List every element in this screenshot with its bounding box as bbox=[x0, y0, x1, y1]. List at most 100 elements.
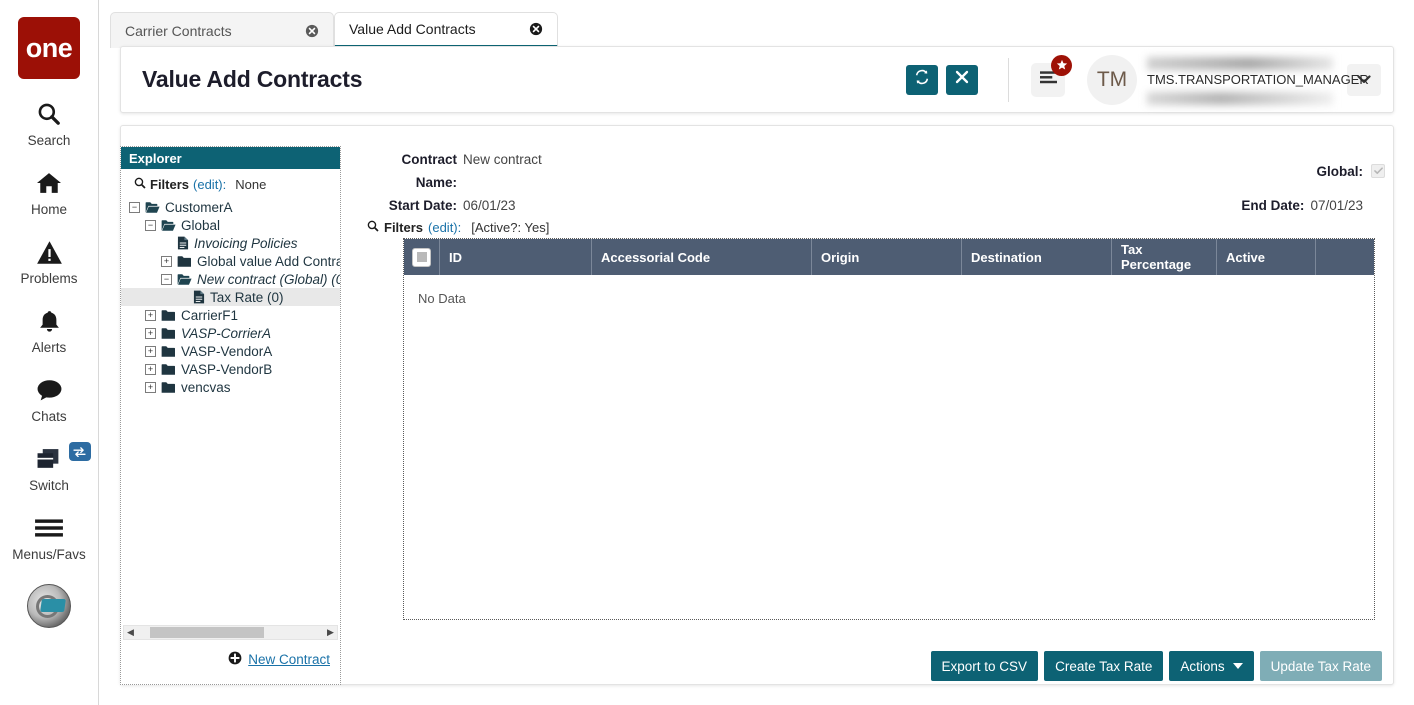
grid-column-header-spacer bbox=[1316, 239, 1374, 275]
tree-toggle-plus-icon[interactable]: + bbox=[145, 363, 156, 375]
tree-node[interactable]: + VASP-CorrierA bbox=[121, 324, 340, 342]
explorer-filters-value: None bbox=[235, 177, 267, 192]
tab-label: Value Add Contracts bbox=[349, 21, 476, 37]
rail-label-switch: Switch bbox=[29, 478, 69, 493]
button-label: Update Tax Rate bbox=[1270, 658, 1371, 674]
rail-label-menus-favs: Menus/Favs bbox=[12, 547, 86, 562]
tab-carrier-contracts[interactable]: Carrier Contracts bbox=[110, 12, 334, 48]
tree-node[interactable]: + VASP-VendorA bbox=[121, 342, 340, 360]
checkbox-icon[interactable] bbox=[412, 247, 431, 267]
grid-column-header[interactable]: ID bbox=[440, 239, 592, 275]
rail-item-alerts[interactable]: Alerts bbox=[0, 304, 99, 355]
tree-node-label: CustomerA bbox=[165, 199, 233, 215]
tab-value-add-contracts[interactable]: Value Add Contracts bbox=[334, 12, 558, 48]
button-label: Actions bbox=[1180, 658, 1225, 674]
tree-toggle-minus-icon[interactable]: − bbox=[145, 219, 156, 231]
tree-toggle-plus-icon[interactable]: + bbox=[145, 381, 156, 393]
grid-empty-message: No Data bbox=[418, 291, 466, 306]
rail-item-problems[interactable]: Problems bbox=[0, 235, 99, 286]
folder-open-icon bbox=[177, 273, 192, 286]
grid-column-header[interactable]: Accessorial Code bbox=[592, 239, 812, 275]
close-circle-icon[interactable] bbox=[529, 22, 543, 36]
contract-name-value: New contract bbox=[463, 152, 542, 167]
warning-triangle-icon bbox=[36, 235, 63, 269]
tree-toggle-plus-icon[interactable]: + bbox=[145, 345, 156, 357]
contract-details: Contract Name: New contract Global: Star… bbox=[365, 148, 1385, 217]
create-tax-rate-button[interactable]: Create Tax Rate bbox=[1044, 651, 1164, 681]
close-page-button[interactable] bbox=[946, 64, 978, 95]
grid-filters-edit-link[interactable]: (edit): bbox=[428, 220, 461, 235]
tree-node[interactable]: Tax Rate (0) bbox=[121, 288, 340, 306]
chat-bubble-icon bbox=[36, 373, 63, 407]
grid-column-header[interactable]: Destination bbox=[962, 239, 1112, 275]
username-label: TMS.TRANSPORTATION_MANAGER bbox=[1147, 72, 1369, 87]
tree-toggle-plus-icon[interactable]: + bbox=[161, 255, 172, 267]
end-date-value: 07/01/23 bbox=[1310, 198, 1363, 213]
tree-node-label: New contract (Global) (06/01/23 bbox=[197, 271, 340, 287]
explorer-filters-edit-link[interactable]: (edit): bbox=[193, 177, 226, 192]
tree-toggle-minus-icon[interactable]: − bbox=[129, 201, 140, 213]
tree-node[interactable]: + VASP-VendorB bbox=[121, 360, 340, 378]
grid-column-header[interactable]: Tax Percentage bbox=[1112, 239, 1217, 275]
close-circle-icon[interactable] bbox=[305, 24, 319, 38]
tree-toggle-minus-icon[interactable]: − bbox=[161, 273, 172, 285]
x-icon bbox=[955, 70, 969, 89]
tree-toggle-plus-icon[interactable]: + bbox=[145, 309, 156, 321]
new-contract-link[interactable]: New Contract bbox=[248, 652, 330, 667]
explorer-horizontal-scrollbar[interactable]: ◀ ▶ bbox=[123, 625, 338, 640]
header-actions: TM TMS.TRANSPORTATION_MANAGER bbox=[898, 47, 1393, 112]
grid-header-row: ID Accessorial Code Origin Destination Tax P… bbox=[404, 239, 1374, 275]
tree-node[interactable]: + Global value Add Contract (Glo bbox=[121, 252, 340, 270]
application-window: one Search Home Problems Alerts Chats Sw… bbox=[0, 0, 1414, 705]
tree-node-label: CarrierF1 bbox=[181, 307, 239, 323]
redaction-bar-top bbox=[1147, 56, 1333, 70]
refresh-button[interactable] bbox=[906, 64, 938, 95]
export-to-csv-button[interactable]: Export to CSV bbox=[930, 651, 1039, 681]
tree-node-label: Global value Add Contract (Glo bbox=[197, 253, 340, 269]
detail-row-2: Start Date: 06/01/23 End Date: 07/01/23 bbox=[365, 194, 1385, 217]
detail-row-1: Contract Name: New contract Global: bbox=[365, 148, 1385, 194]
actions-button[interactable]: Actions bbox=[1169, 651, 1254, 681]
app-logo-text: one bbox=[25, 32, 73, 63]
rail-label-search: Search bbox=[27, 133, 71, 148]
tree-node[interactable]: Invoicing Policies bbox=[121, 234, 340, 252]
grid-column-header[interactable]: Origin bbox=[812, 239, 962, 275]
user-avatar-image[interactable] bbox=[27, 584, 71, 628]
tree-node[interactable]: + CarrierF1 bbox=[121, 306, 340, 324]
triangle-left-icon[interactable]: ◀ bbox=[124, 627, 137, 638]
explorer-filters: Filters (edit): None bbox=[121, 169, 340, 196]
grid-column-header[interactable]: Active bbox=[1217, 239, 1316, 275]
grid-select-all-cell[interactable] bbox=[404, 239, 440, 275]
triangle-right-icon[interactable]: ▶ bbox=[324, 627, 337, 638]
explorer-title: Explorer bbox=[121, 147, 340, 169]
end-date-field: End Date: 07/01/23 bbox=[885, 194, 1385, 217]
new-contract-action[interactable]: New Contract bbox=[228, 651, 330, 668]
tab-label: Carrier Contracts bbox=[125, 22, 232, 39]
rail-item-home[interactable]: Home bbox=[0, 166, 99, 217]
folder-icon bbox=[161, 345, 176, 358]
tree-node[interactable]: − Global bbox=[121, 216, 340, 234]
tree-toggle-plus-icon[interactable]: + bbox=[145, 327, 156, 339]
scrollbar-thumb[interactable] bbox=[150, 627, 264, 638]
tree-node[interactable]: − New contract (Global) (06/01/23 bbox=[121, 270, 340, 288]
rail-item-search[interactable]: Search bbox=[0, 97, 99, 148]
header-divider bbox=[1008, 57, 1009, 102]
rail-item-chats[interactable]: Chats bbox=[0, 373, 99, 424]
folder-open-icon bbox=[161, 219, 176, 232]
app-logo[interactable]: one bbox=[18, 17, 80, 79]
avatar-initials: TM bbox=[1096, 67, 1128, 91]
swap-arrows-icon[interactable] bbox=[68, 442, 91, 461]
explorer-panel: Explorer Filters (edit): None − CustomerA… bbox=[120, 146, 341, 685]
tree-node[interactable]: − CustomerA bbox=[121, 198, 340, 216]
rail-item-menus-favs[interactable]: Menus/Favs bbox=[0, 511, 99, 562]
document-icon bbox=[193, 290, 205, 304]
tree-node[interactable]: + vencvas bbox=[121, 378, 340, 396]
search-icon bbox=[134, 177, 146, 192]
avatar[interactable]: TM bbox=[1087, 54, 1137, 105]
grid-filters: Filters (edit): [Active?: Yes] bbox=[367, 220, 549, 235]
menu-button[interactable] bbox=[1031, 54, 1072, 97]
rail-item-switch[interactable]: Switch bbox=[0, 442, 99, 493]
document-icon bbox=[177, 236, 189, 250]
chevron-down-icon bbox=[1232, 663, 1243, 669]
page-header-card: Value Add Contracts TM TMS.TRANSPORTATIO… bbox=[120, 46, 1394, 113]
